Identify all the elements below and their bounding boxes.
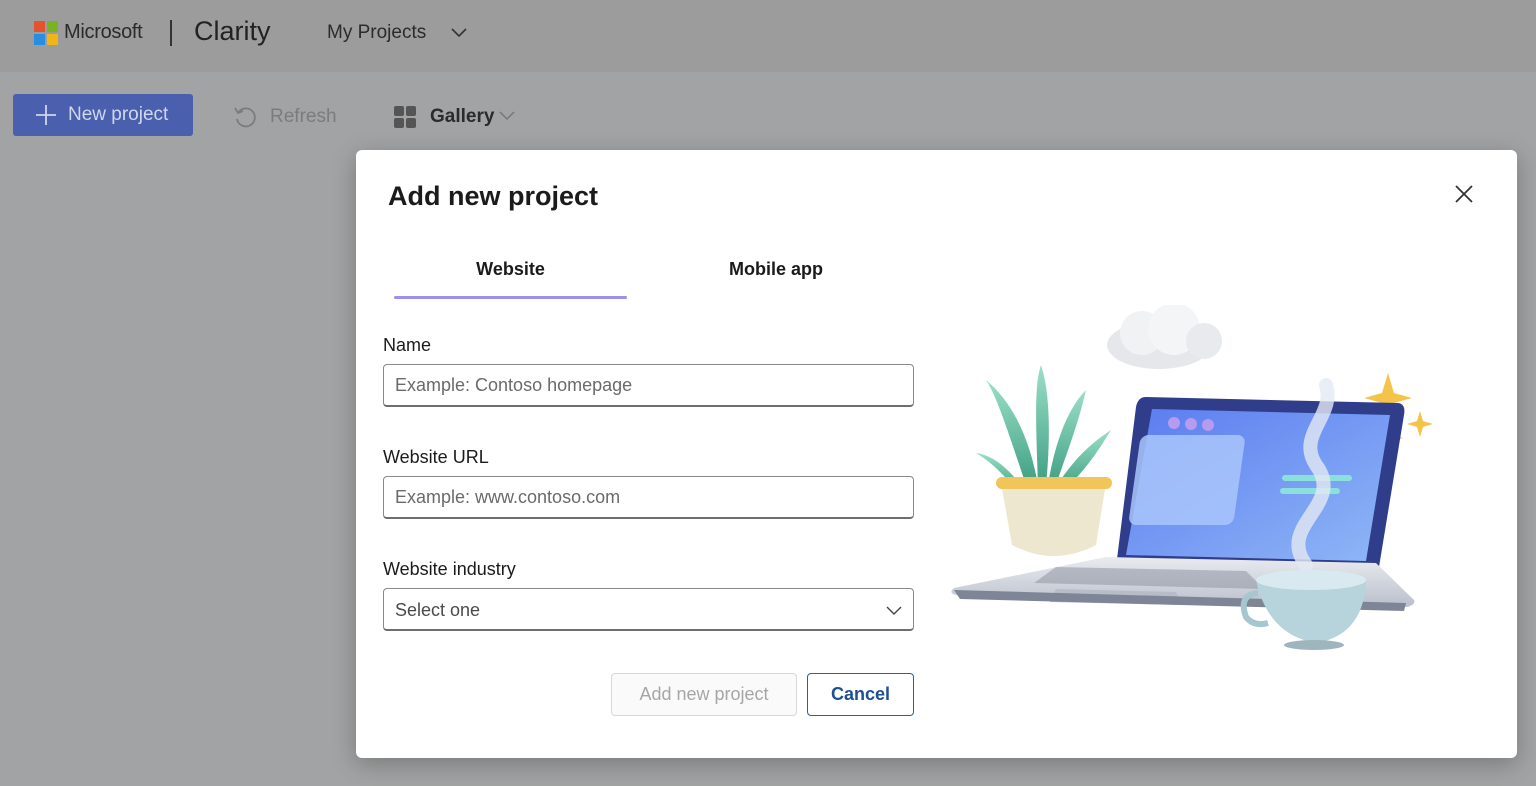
tab-website[interactable]: Website — [394, 259, 627, 280]
website-url-input[interactable] — [383, 476, 914, 519]
cloud-icon — [1107, 305, 1222, 369]
website-industry-label: Website industry — [383, 559, 516, 579]
add-project-dialog: Add new project Website Mobile app Name … — [356, 150, 1517, 758]
chevron-down-icon — [886, 606, 902, 615]
website-url-label: Website URL — [383, 447, 489, 467]
microsoft-logo-icon — [34, 21, 58, 45]
name-input[interactable] — [383, 364, 914, 407]
dialog-title: Add new project — [388, 181, 599, 211]
close-icon[interactable] — [1452, 182, 1476, 206]
refresh-label: Refresh — [270, 106, 337, 127]
name-label: Name — [383, 335, 432, 355]
grid-icon — [394, 106, 418, 130]
plant-icon — [976, 365, 1112, 556]
tab-mobile-app[interactable]: Mobile app — [686, 259, 866, 280]
cup-icon — [1240, 570, 1366, 650]
chevron-down-icon[interactable] — [450, 23, 468, 41]
plus-icon — [36, 105, 56, 125]
new-project-label: New project — [68, 104, 169, 125]
website-industry-select[interactable]: Select one — [383, 588, 914, 631]
active-tab-indicator — [394, 296, 627, 299]
my-projects-menu[interactable]: My Projects — [327, 22, 426, 44]
gallery-label: Gallery — [430, 106, 495, 127]
microsoft-brand: Microsoft — [64, 21, 143, 43]
chevron-down-icon — [499, 111, 515, 121]
add-new-project-button[interactable]: Add new project — [611, 673, 797, 716]
refresh-icon — [234, 107, 256, 128]
brand-divider — [170, 20, 172, 46]
laptop-illustration — [951, 305, 1433, 650]
cancel-button[interactable]: Cancel — [807, 673, 914, 716]
new-project-button[interactable]: New project — [13, 94, 193, 136]
product-name[interactable]: Clarity — [194, 16, 271, 47]
industry-selected-value: Select one — [395, 600, 481, 620]
top-bar: Microsoft Clarity My Projects — [0, 0, 1536, 72]
